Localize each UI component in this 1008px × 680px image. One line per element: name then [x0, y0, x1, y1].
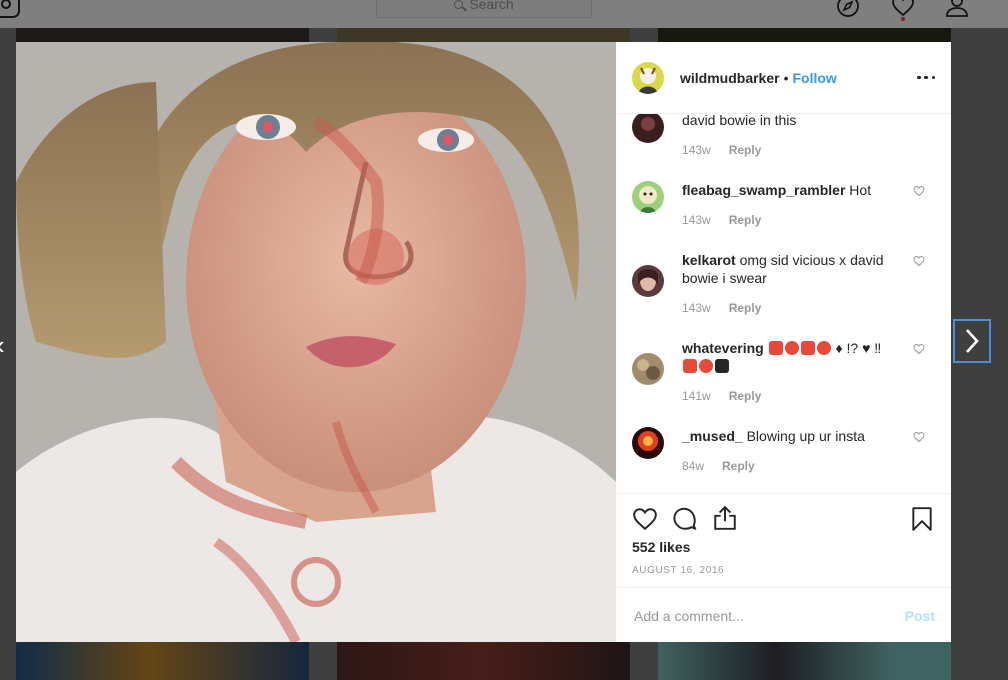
- comment-like-heart-icon[interactable]: [913, 431, 925, 443]
- comment-username[interactable]: fleabag_swamp_rambler: [682, 182, 845, 198]
- grid-thumbnail[interactable]: [337, 642, 630, 680]
- emoji-congratulations-icon: [816, 341, 831, 355]
- emoji-prohibited-icon: [768, 341, 783, 355]
- post-actions: 552 likes AUGUST 16, 2016 Post: [616, 493, 951, 644]
- top-nav: Search: [0, 0, 1008, 28]
- grid-thumbnail[interactable]: [337, 28, 630, 42]
- commenter-avatar-image: [632, 427, 664, 459]
- search-icon: [454, 0, 464, 9]
- comment-age[interactable]: 143w: [682, 141, 711, 159]
- comment-text: ♦ !? ♥ ‼: [835, 340, 882, 356]
- comment-age[interactable]: 141w: [682, 387, 711, 405]
- commenter-avatar[interactable]: [632, 265, 664, 297]
- comment-item: _mused_ Blowing up ur insta 84w Reply: [632, 427, 935, 475]
- author-username[interactable]: wildmudbarker: [680, 70, 780, 86]
- comment-item: fleabag_swamp_rambler Hot 143w Reply: [632, 181, 935, 229]
- portrait-image: [16, 42, 616, 642]
- chevron-right-icon: [966, 329, 979, 353]
- commenter-avatar[interactable]: [632, 181, 664, 213]
- comment-item: whatevering ♦ !? ♥ ‼ 141w Reply: [632, 339, 935, 405]
- explore-compass-icon[interactable]: [836, 0, 860, 18]
- reply-button[interactable]: Reply: [722, 457, 755, 475]
- share-icon[interactable]: [712, 505, 738, 531]
- speech-bubble-icon[interactable]: [672, 506, 698, 532]
- reply-button[interactable]: Reply: [729, 141, 762, 159]
- next-post-button[interactable]: [953, 319, 991, 363]
- notification-dot: [901, 17, 905, 21]
- emoji-ab-icon: [683, 359, 697, 373]
- comment-text: david bowie in this: [682, 114, 797, 128]
- comment-item: kelkarot omg sid vicious x david bowie i…: [632, 251, 935, 317]
- more-dots-icon[interactable]: [917, 75, 935, 80]
- post-comment-button[interactable]: Post: [905, 608, 935, 624]
- profile-icon[interactable]: [945, 0, 969, 18]
- reply-button[interactable]: Reply: [729, 211, 762, 229]
- add-comment-input[interactable]: [632, 606, 905, 625]
- emoji-bargain-icon: [784, 341, 799, 355]
- comments-list[interactable]: david bowie in this 143w Reply fleabag_s…: [616, 114, 951, 493]
- bookmark-icon[interactable]: [909, 506, 935, 532]
- comment-like-heart-icon[interactable]: [913, 185, 925, 197]
- grid-thumbnail[interactable]: [658, 28, 951, 42]
- grid-thumbnail[interactable]: [16, 642, 309, 680]
- comment-like-heart-icon[interactable]: [913, 343, 925, 355]
- heart-outline-icon[interactable]: [632, 506, 658, 532]
- comment-age[interactable]: 143w: [682, 299, 711, 317]
- post-sidebar: wildmudbarker • Follow david bowie in th…: [616, 42, 951, 642]
- instagram-logo-icon[interactable]: [0, 0, 20, 18]
- comment-like-heart-icon[interactable]: [913, 255, 925, 267]
- comment-age[interactable]: 143w: [682, 211, 711, 229]
- reply-button[interactable]: Reply: [729, 387, 762, 405]
- author-avatar[interactable]: [632, 61, 664, 94]
- post-date[interactable]: AUGUST 16, 2016: [632, 565, 724, 576]
- comment-username[interactable]: whatevering: [682, 340, 764, 356]
- commenter-avatar-image: [632, 114, 664, 143]
- search-box[interactable]: Search: [376, 0, 592, 18]
- comment-username[interactable]: _mused_: [682, 428, 743, 444]
- activity-heart-icon[interactable]: [891, 0, 915, 18]
- post-modal: wildmudbarker • Follow david bowie in th…: [16, 42, 951, 642]
- comment-text: Hot: [849, 182, 872, 198]
- commenter-avatar[interactable]: [632, 114, 664, 143]
- comment-item: david bowie in this 143w Reply: [632, 114, 935, 159]
- commenter-avatar-image: [632, 353, 664, 385]
- grid-thumbnail[interactable]: [16, 28, 309, 42]
- emoji-no-entry-icon: [699, 359, 713, 373]
- comment-username[interactable]: kelkarot: [682, 252, 736, 268]
- likes-count[interactable]: 552 likes: [632, 539, 690, 555]
- post-header: wildmudbarker • Follow: [616, 42, 951, 114]
- comment-age[interactable]: 84w: [682, 457, 704, 475]
- comment-text: Blowing up ur insta: [746, 428, 865, 444]
- search-placeholder: Search: [469, 0, 514, 12]
- previous-arrow-icon[interactable]: ‹: [0, 330, 5, 361]
- follow-button[interactable]: Follow: [793, 70, 837, 86]
- post-photo[interactable]: [16, 42, 616, 642]
- add-comment-bar: Post: [616, 587, 951, 643]
- emoji-sos-icon: [800, 341, 815, 355]
- grid-thumbnail[interactable]: [658, 642, 951, 680]
- reply-button[interactable]: Reply: [729, 299, 762, 317]
- author-avatar-image: [632, 61, 664, 94]
- emoji-o-icon: [715, 359, 729, 373]
- commenter-avatar[interactable]: [632, 353, 664, 385]
- separator-dot: •: [783, 69, 789, 86]
- commenter-avatar[interactable]: [632, 427, 664, 459]
- commenter-avatar-image: [632, 181, 664, 213]
- commenter-avatar-image: [632, 265, 664, 297]
